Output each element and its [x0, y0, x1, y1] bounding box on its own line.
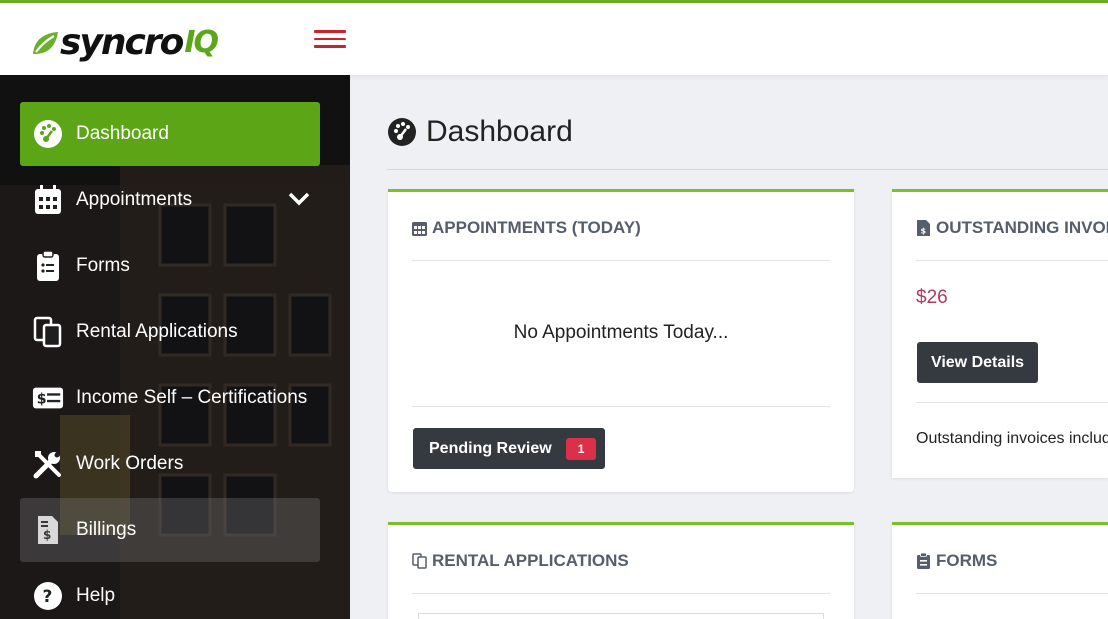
sidebar-item-label: Billings: [76, 519, 137, 540]
sidebar-item-billings[interactable]: $ Billings: [20, 498, 320, 562]
card-header: $ OUTSTANDING INVOICES: [916, 218, 1108, 238]
file-invoice-dollar-icon: $: [917, 220, 930, 236]
leaf-icon: [33, 32, 58, 54]
clipboard-list-icon: [32, 250, 64, 282]
outstanding-invoices-card: $ OUTSTANDING INVOICES $26 View Details …: [892, 189, 1108, 478]
empty-state-message: No Appointments Today...: [513, 322, 729, 343]
clipboard-list-icon: [917, 553, 930, 569]
divider: [916, 402, 1108, 403]
rental-applications-list: [418, 613, 824, 619]
menu-toggle-button[interactable]: [314, 30, 346, 52]
card-title: RENTAL APPLICATIONS: [432, 551, 629, 570]
calendar-icon: [32, 184, 64, 216]
appointments-card: APPOINTMENTS (TODAY) No Appointments Tod…: [388, 189, 854, 492]
title-divider: [387, 169, 1108, 170]
page-title-text: Dashboard: [426, 115, 573, 148]
card-title: APPOINTMENTS (TODAY): [432, 218, 641, 237]
sidebar-item-help[interactable]: ? Help: [20, 564, 320, 619]
page-title: Dashboard: [387, 115, 573, 149]
logo-iq: IQ: [184, 25, 219, 60]
divider: [412, 260, 830, 261]
sidebar-item-label: Dashboard: [76, 123, 169, 144]
card-title: FORMS: [936, 551, 998, 570]
card-header: APPOINTMENTS (TODAY): [412, 218, 641, 238]
sidebar-item-income-certifications[interactable]: $ Income Self – Certifications: [20, 366, 320, 430]
rental-applications-card: RENTAL APPLICATIONS: [388, 522, 854, 619]
sidebar-item-label: Income Self – Certifications: [76, 387, 308, 408]
calendar-icon: [412, 222, 427, 236]
sidebar-item-work-orders[interactable]: Work Orders: [20, 432, 320, 496]
sidebar-item-label: Forms: [76, 255, 130, 276]
divider: [916, 593, 1108, 594]
sidebar-item-label: Appointments: [76, 189, 193, 210]
money-bill-icon: $: [32, 382, 64, 414]
card-header: RENTAL APPLICATIONS: [412, 551, 629, 571]
button-label: Pending Review: [429, 439, 552, 457]
view-details-button[interactable]: View Details: [917, 342, 1038, 383]
tools-icon: [32, 448, 64, 480]
chevron-down-icon[interactable]: [288, 190, 310, 208]
card-header: FORMS: [916, 551, 997, 571]
file-invoice-dollar-icon: $: [32, 514, 64, 546]
pending-count-badge: 1: [565, 437, 597, 460]
outstanding-amount: $26: [916, 287, 948, 308]
copy-icon: [412, 553, 427, 569]
divider: [412, 593, 830, 594]
sidebar: Dashboard Appointments Forms Rental Appl…: [0, 75, 350, 619]
sidebar-item-label: Help: [76, 585, 116, 606]
outstanding-note: Outstanding invoices include: [916, 430, 1108, 447]
divider: [916, 260, 1108, 261]
sidebar-item-label: Work Orders: [76, 453, 184, 474]
sidebar-item-dashboard[interactable]: Dashboard: [20, 102, 320, 166]
syncroiq-logo[interactable]: syncro IQ: [30, 21, 219, 65]
logo-wordmark: syncro: [60, 22, 184, 63]
tachometer-icon: [32, 118, 64, 150]
top-header: syncro IQ: [0, 0, 1108, 75]
pending-review-button[interactable]: Pending Review 1: [413, 428, 605, 469]
sidebar-item-appointments[interactable]: Appointments: [20, 168, 320, 232]
svg-text:$: $: [921, 227, 927, 236]
tachometer-icon: [388, 118, 416, 146]
sidebar-item-forms[interactable]: Forms: [20, 234, 320, 298]
main-content: Dashboard APPOINTMENTS (TODAY) No Appoin…: [350, 75, 1108, 619]
copy-icon: [32, 316, 64, 348]
forms-card: FORMS: [892, 522, 1108, 619]
svg-text:$: $: [43, 528, 51, 542]
sidebar-item-label: Rental Applications: [76, 321, 238, 342]
sidebar-item-rental-applications[interactable]: Rental Applications: [20, 300, 320, 364]
svg-text:?: ?: [43, 587, 53, 607]
card-title: OUTSTANDING INVOICES: [936, 218, 1108, 237]
svg-text:$: $: [37, 392, 47, 408]
divider: [412, 406, 830, 407]
question-circle-icon: ?: [32, 580, 64, 612]
